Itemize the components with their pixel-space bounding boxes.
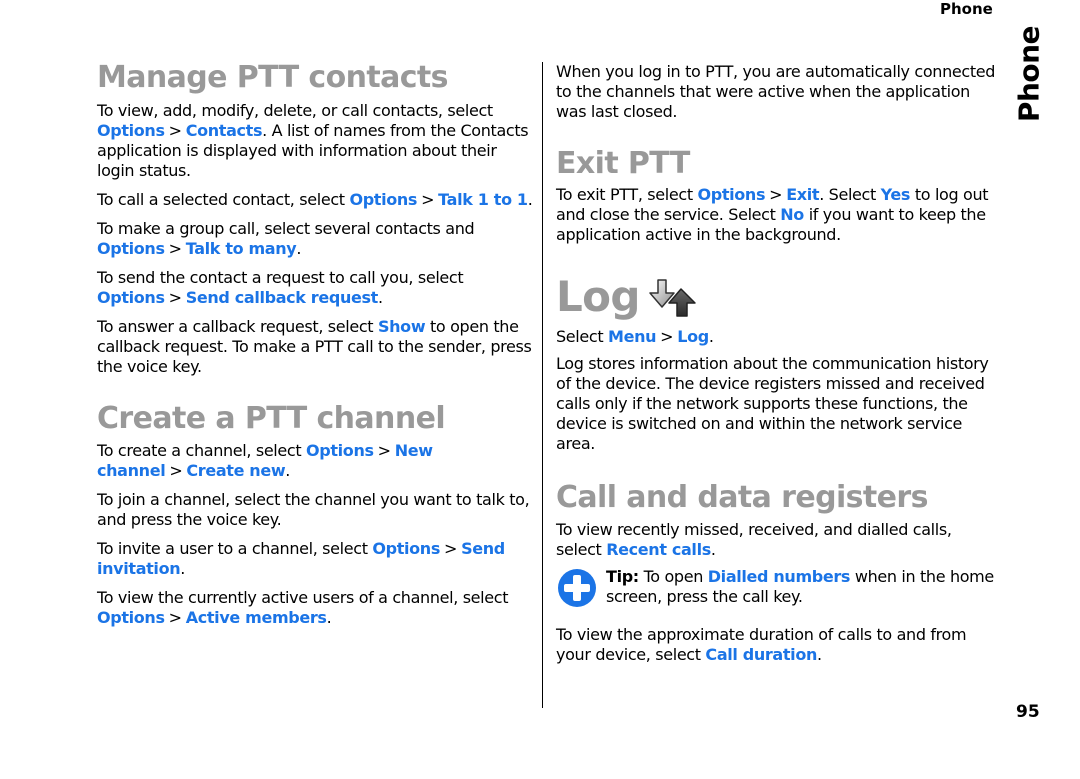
menu-separator: >	[377, 441, 391, 460]
text: .	[285, 461, 291, 480]
link-no[interactable]: No	[780, 205, 804, 224]
link-create-new[interactable]: Create new	[186, 461, 285, 480]
text: Select	[556, 327, 608, 346]
text: To invite a user to a channel, select	[97, 539, 373, 558]
text: .	[326, 608, 332, 627]
text: To open	[638, 567, 708, 586]
menu-separator: >	[769, 185, 783, 204]
tip-box: Tip: To open Dialled numbers when in the…	[556, 567, 996, 609]
column-divider	[542, 62, 543, 708]
text: .	[527, 190, 533, 209]
text: To view the currently active users of a …	[97, 588, 509, 607]
section-manage-ptt-contacts: Manage PTT contacts To view, add, modify…	[97, 58, 537, 377]
text: . Select	[819, 185, 881, 204]
paragraph: Select Menu > Log.	[556, 327, 996, 347]
heading-create-ptt-channel: Create a PTT channel	[97, 401, 446, 436]
paragraph: To exit PTT, select Options > Exit. Select…	[556, 185, 996, 245]
link-menu[interactable]: Menu	[608, 327, 657, 346]
text: .	[180, 559, 186, 578]
text: .	[710, 540, 716, 559]
paragraph: To call a selected contact, select Optio…	[97, 190, 537, 210]
link-log[interactable]: Log	[677, 327, 709, 346]
log-arrows-icon	[649, 279, 696, 317]
heading-log: Log	[556, 272, 640, 321]
menu-separator: >	[168, 239, 182, 258]
link-options[interactable]: Options	[306, 441, 374, 460]
link-recent-calls[interactable]: Recent calls	[606, 540, 711, 559]
menu-separator: >	[421, 190, 435, 209]
link-options[interactable]: Options	[349, 190, 417, 209]
link-send-callback-request[interactable]: Send callback request	[186, 288, 379, 307]
log-heading-row: Log	[556, 271, 996, 323]
heading-exit-ptt: Exit PTT	[556, 146, 690, 181]
link-options[interactable]: Options	[97, 121, 165, 140]
text: .	[296, 239, 302, 258]
link-options[interactable]: Options	[97, 239, 165, 258]
text: To send the contact a request to call yo…	[97, 268, 464, 287]
paragraph: To view recently missed, received, and d…	[556, 520, 996, 560]
plus-circle-icon	[558, 569, 596, 607]
left-column: Manage PTT contacts To view, add, modify…	[97, 58, 537, 628]
link-dialled-numbers[interactable]: Dialled numbers	[708, 567, 851, 586]
paragraph: To view, add, modify, delete, or call co…	[97, 101, 537, 181]
section-call-and-data-registers: Call and data registers To view recently…	[556, 478, 996, 665]
link-options[interactable]: Options	[97, 288, 165, 307]
section-create-ptt-channel: Create a PTT channel To create a channel…	[97, 399, 537, 628]
paragraph: To make a group call, select several con…	[97, 219, 537, 259]
link-options[interactable]: Options	[97, 608, 165, 627]
link-options[interactable]: Options	[697, 185, 765, 204]
link-talk-1-to-1[interactable]: Talk 1 to 1	[438, 190, 528, 209]
menu-separator: >	[444, 539, 458, 558]
paragraph: To create a channel, select Options > New …	[97, 441, 537, 481]
paragraph-intro: When you log in to PTT, you are automati…	[556, 62, 996, 121]
menu-separator: >	[660, 327, 674, 346]
link-active-members[interactable]: Active members	[186, 608, 327, 627]
right-column: When you log in to PTT, you are automati…	[556, 62, 996, 665]
side-tab-label: Phone	[1012, 25, 1046, 123]
paragraph: Log stores information about the communi…	[556, 354, 989, 453]
paragraph: To answer a callback request, select Sho…	[97, 317, 537, 377]
section-log: Log Select Menu > Log. Log stores inform…	[556, 271, 996, 454]
paragraph: To view the approximate duration of call…	[556, 625, 996, 665]
text: .	[817, 645, 822, 664]
menu-separator: >	[168, 288, 182, 307]
paragraph: To view the currently active users of a …	[97, 588, 537, 628]
link-talk-to-many[interactable]: Talk to many	[186, 239, 297, 258]
paragraph: To join a channel, select the channel yo…	[97, 490, 530, 529]
menu-separator: >	[169, 461, 183, 480]
text: To create a channel, select	[97, 441, 307, 460]
link-exit[interactable]: Exit	[786, 185, 819, 204]
link-options[interactable]: Options	[372, 539, 440, 558]
paragraph: To invite a user to a channel, select Op…	[97, 539, 537, 579]
text: To exit PTT, select	[556, 185, 698, 204]
tip-text: Tip: To open Dialled numbers when in the…	[606, 567, 996, 607]
tip-label: Tip:	[606, 567, 639, 586]
page-number: 95	[1016, 702, 1040, 722]
text: .	[708, 327, 714, 346]
link-call-duration[interactable]: Call duration	[705, 645, 817, 664]
side-tab: Phone	[1006, 25, 1052, 123]
link-show[interactable]: Show	[378, 317, 426, 336]
text: To make a group call, select several con…	[97, 219, 475, 238]
text: .	[377, 288, 383, 307]
heading-manage-ptt-contacts: Manage PTT contacts	[97, 60, 449, 95]
menu-separator: >	[168, 608, 182, 627]
heading-call-and-data-registers: Call and data registers	[556, 480, 928, 515]
text: To view, add, modify, delete, or call co…	[97, 101, 493, 120]
text: To answer a callback request, select	[97, 317, 378, 336]
running-header: Phone	[940, 0, 993, 18]
paragraph: To send the contact a request to call yo…	[97, 268, 537, 308]
link-yes[interactable]: Yes	[881, 185, 911, 204]
text: To call a selected contact, select	[97, 190, 350, 209]
section-exit-ptt: Exit PTT To exit PTT, select Options > Exi…	[556, 144, 996, 245]
menu-separator: >	[168, 121, 182, 140]
link-contacts[interactable]: Contacts	[186, 121, 263, 140]
